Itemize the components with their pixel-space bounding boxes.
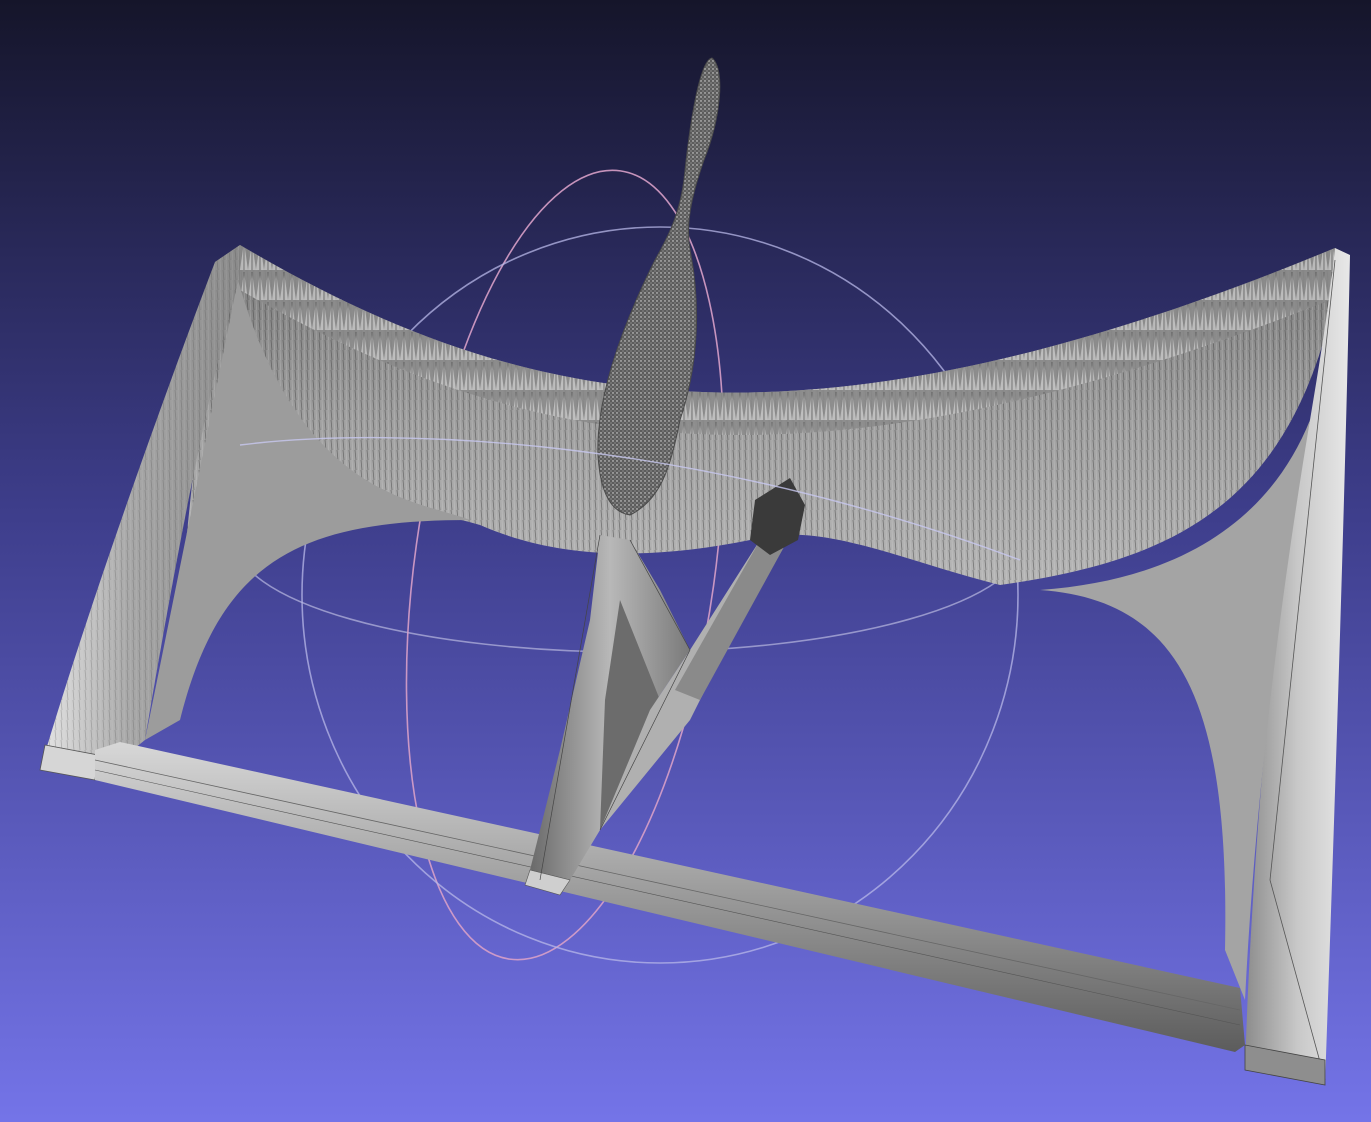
- 3d-viewport[interactable]: [0, 0, 1371, 1122]
- mesh-render-canvas[interactable]: [0, 0, 1371, 1122]
